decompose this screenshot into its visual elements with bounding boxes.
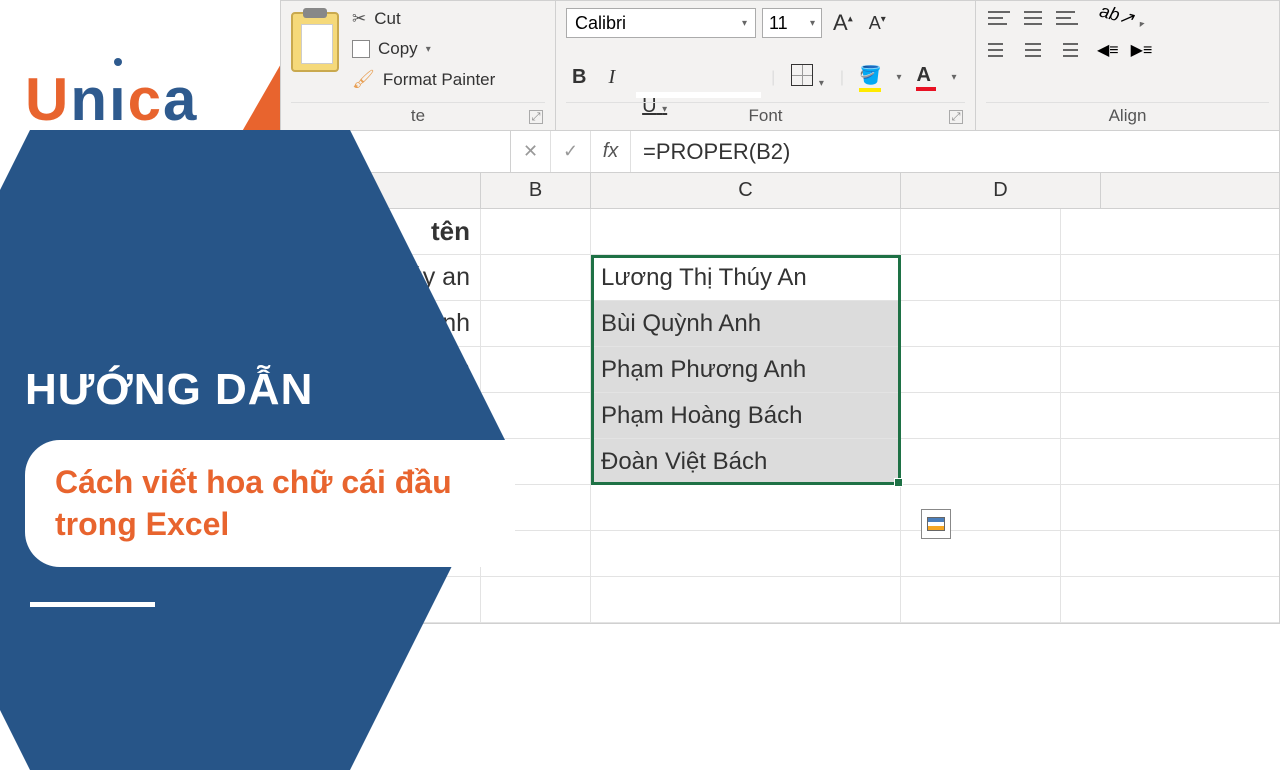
font-size-value: 11 [769,13,788,34]
formula-bar: ✕ ✓ fx =PROPER(B2) [281,131,1279,173]
font-name-dropdown[interactable]: Calibri ▾ [566,8,756,38]
fx-button[interactable]: fx [591,131,631,172]
font-name-value: Calibri [575,13,626,34]
bold-button[interactable]: B [566,63,592,92]
decor-underline [30,602,155,607]
cut-label: Cut [374,9,400,29]
align-center-button[interactable] [1020,39,1046,61]
brush-icon: 🖌 [352,69,375,90]
cut-button[interactable]: ✂ Cut [347,7,500,31]
align-bottom-button[interactable] [1054,7,1080,29]
font-group-label: Font [748,106,782,125]
chevron-down-icon: ▾ [810,18,815,29]
tutorial-subtitle-box: Cách viết hoa chữ cái đầu trong Excel [25,440,515,567]
chevron-down-icon: ▾ [426,44,431,55]
formula-input[interactable]: =PROPER(B2) [631,139,1279,165]
autofill-icon [927,517,945,531]
align-middle-button[interactable] [1020,7,1046,29]
paste-icon[interactable] [291,12,339,72]
font-size-dropdown[interactable]: 11 ▾ [762,8,822,38]
ribbon-group-alignment: ab↗ ▾ ◀≡ ▶≡ Align [976,1,1279,130]
align-left-button[interactable] [986,39,1012,61]
autofill-options-button[interactable] [921,509,951,539]
cell-c3[interactable]: Bùi Quỳnh Anh [591,301,901,346]
formula-cancel-button[interactable]: ✕ [511,131,551,172]
ribbon-group-font: Calibri ▾ 11 ▾ A▴ A▾ B I U ▾ | ▾ [556,1,976,130]
copy-button[interactable]: Copy ▾ [347,37,500,61]
cell-c1[interactable] [591,209,901,254]
column-header-c[interactable]: C [591,173,901,208]
decrease-font-button[interactable]: A▾ [864,10,891,37]
orientation-button[interactable]: ab↗ ▾ [1093,0,1156,35]
increase-font-button[interactable]: A▴ [828,7,858,39]
ribbon: ✂ Cut Copy ▾ 🖌 Format Painter te [281,1,1279,131]
format-painter-label: Format Painter [383,70,495,90]
italic-button[interactable]: I [602,63,621,92]
cell-spacer[interactable] [481,209,591,254]
align-top-button[interactable] [986,7,1012,29]
dialog-launcher-icon[interactable]: ⤢ [529,110,543,124]
column-header-b[interactable]: B [481,173,591,208]
decrease-indent-button[interactable]: ◀≡ [1095,38,1121,62]
scissors-icon: ✂ [352,9,366,29]
cell-c6[interactable]: Đoàn Việt Bách [591,439,901,484]
cell-d1[interactable] [901,209,1061,254]
tutorial-heading: HƯỚNG DẪN [25,365,525,415]
clipboard-group-label: te [411,106,425,125]
font-color-button[interactable]: A [911,62,941,93]
dialog-launcher-icon[interactable]: ⤢ [949,110,963,124]
chevron-down-icon: ▾ [742,18,747,29]
format-painter-button[interactable]: 🖌 Format Painter [347,67,500,92]
tutorial-subtitle: Cách viết hoa chữ cái đầu trong Excel [55,462,485,545]
formula-confirm-button[interactable]: ✓ [551,131,591,172]
border-icon [791,64,813,86]
cell-c2[interactable]: Lương Thị Thúy An [591,255,901,300]
cell-c5[interactable]: Phạm Hoàng Bách [591,393,901,438]
bucket-icon: 🪣 [859,65,881,85]
fill-color-button[interactable]: 🪣 [854,62,886,94]
column-header-d[interactable]: D [901,173,1101,208]
underline-button[interactable]: U ▾ [636,92,761,98]
align-right-button[interactable] [1054,39,1080,61]
unica-logo: Unıca [25,65,198,134]
copy-icon [352,40,370,58]
table-row: tên [281,209,1279,255]
cell-c4[interactable]: Phạm Phương Anh [591,347,901,392]
alignment-group-label: Align [1109,106,1147,125]
tutorial-overlay: HƯỚNG DẪN Cách viết hoa chữ cái đầu tron… [25,365,525,607]
border-button[interactable]: ▾ [785,61,830,95]
increase-indent-button[interactable]: ▶≡ [1129,38,1155,62]
copy-label: Copy [378,39,418,59]
ribbon-group-clipboard: ✂ Cut Copy ▾ 🖌 Format Painter te [281,1,556,130]
column-headers: B C D [281,173,1279,209]
